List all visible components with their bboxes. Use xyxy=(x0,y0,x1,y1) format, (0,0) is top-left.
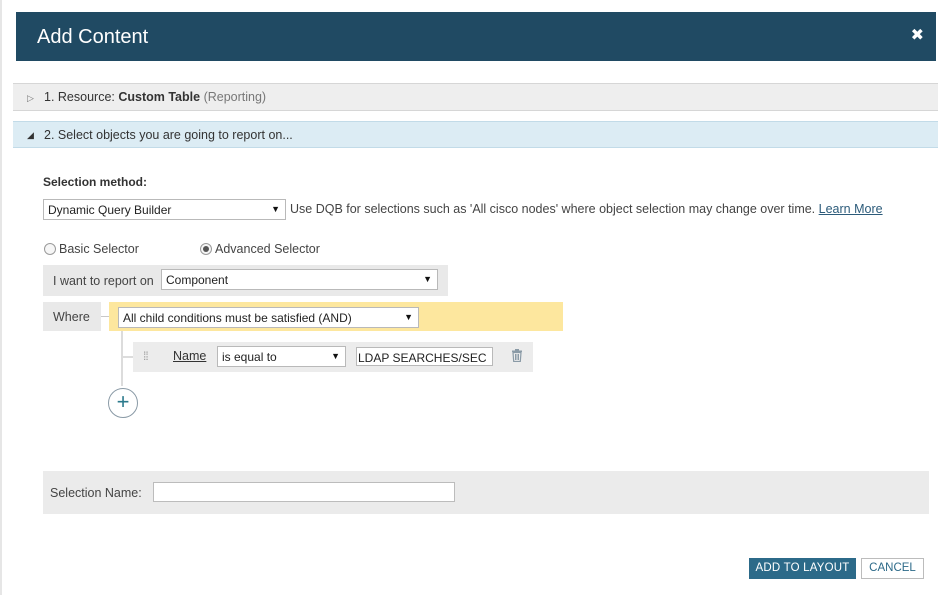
page-left-edge xyxy=(0,0,2,595)
basic-selector-option[interactable]: Basic Selector xyxy=(44,242,139,256)
caret-down-icon: ▼ xyxy=(404,312,413,322)
report-on-select[interactable]: Component ▼ xyxy=(161,269,438,290)
cancel-button[interactable]: CANCEL xyxy=(861,558,924,579)
expand-arrow-icon: ▷ xyxy=(27,93,34,103)
basic-selector-radio[interactable] xyxy=(44,243,56,255)
tree-connector-horizontal xyxy=(121,356,133,358)
advanced-selector-option[interactable]: Advanced Selector xyxy=(200,242,320,256)
learn-more-link[interactable]: Learn More xyxy=(819,202,883,216)
trash-icon[interactable] xyxy=(511,349,523,365)
step-select-objects-label: 2. Select objects you are going to repor… xyxy=(44,128,293,142)
report-on-label: I want to report on xyxy=(53,274,154,288)
condition-operator-value: is equal to xyxy=(222,350,277,364)
condition-field-link[interactable]: Name xyxy=(173,349,206,363)
dialog-title: Add Content xyxy=(37,26,149,48)
selection-name-row: Selection Name: xyxy=(43,471,929,514)
where-box: Where xyxy=(43,302,101,331)
where-label: Where xyxy=(53,310,90,324)
advanced-selector-label: Advanced Selector xyxy=(215,242,320,256)
caret-down-icon: ▼ xyxy=(423,274,432,284)
condition-operator-select[interactable]: is equal to ▼ xyxy=(217,346,346,367)
add-to-layout-button[interactable]: ADD TO LAYOUT xyxy=(749,558,856,579)
selection-method-label: Selection method: xyxy=(43,175,148,189)
basic-selector-label: Basic Selector xyxy=(59,242,139,256)
advanced-selector-radio[interactable] xyxy=(200,243,212,255)
drag-handle-icon[interactable]: ⁞⁞ xyxy=(143,349,149,363)
where-connector xyxy=(101,316,109,317)
step-resource-label: 1. Resource: Custom Table (Reporting) xyxy=(44,90,267,104)
condition-group-select[interactable]: All child conditions must be satisfied (… xyxy=(118,307,419,328)
add-condition-button[interactable]: + xyxy=(108,388,138,418)
close-icon[interactable]: ✖ xyxy=(911,28,924,44)
selection-name-input[interactable] xyxy=(153,482,455,502)
dqb-help-text: Use DQB for selections such as 'All cisc… xyxy=(290,202,883,216)
selection-name-label: Selection Name: xyxy=(50,486,142,500)
dialog-titlebar: Add Content ✖ xyxy=(16,12,936,61)
caret-down-icon: ▼ xyxy=(271,204,280,214)
report-on-value: Component xyxy=(166,273,229,287)
step-select-objects-header[interactable]: ◢ 2. Select objects you are going to rep… xyxy=(13,121,938,148)
caret-down-icon: ▼ xyxy=(331,351,340,361)
step-resource-header[interactable]: ▷ 1. Resource: Custom Table (Reporting) xyxy=(13,83,938,111)
tree-connector-vertical xyxy=(121,331,123,386)
condition-group-value: All child conditions must be satisfied (… xyxy=(123,311,352,325)
condition-value-input[interactable] xyxy=(356,347,493,366)
selection-method-select[interactable]: Dynamic Query Builder ▼ xyxy=(43,199,286,220)
selection-method-value: Dynamic Query Builder xyxy=(48,203,172,217)
collapse-arrow-icon: ◢ xyxy=(27,130,34,140)
